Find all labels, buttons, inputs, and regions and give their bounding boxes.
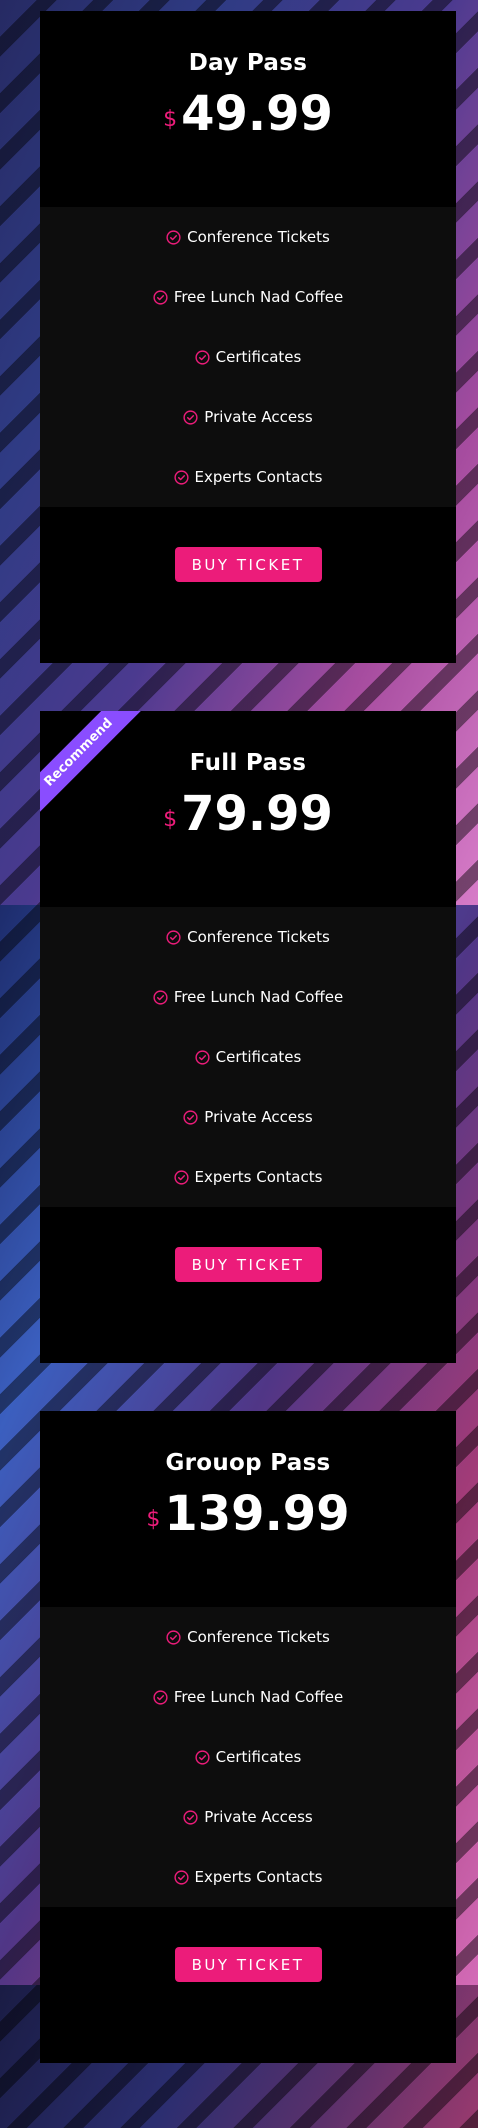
feature-item: Experts Contacts <box>40 1147 456 1207</box>
card-footer: BUY TICKET <box>40 1207 456 1282</box>
feature-label: Conference Tickets <box>187 228 330 246</box>
check-circle-icon <box>166 229 181 245</box>
buy-ticket-button[interactable]: BUY TICKET <box>174 547 322 582</box>
card-footer: BUY TICKET <box>40 1907 456 1982</box>
card-header: Full Pass $ 79.99 <box>40 711 456 907</box>
feature-item: Conference Tickets <box>40 1607 456 1667</box>
price: $ 79.99 <box>40 790 456 838</box>
check-circle-icon <box>183 409 198 425</box>
plan-name: Day Pass <box>188 50 308 76</box>
feature-label: Experts Contacts <box>194 1868 323 1886</box>
feature-label: Conference Tickets <box>187 1628 330 1646</box>
check-circle-icon <box>183 1109 198 1125</box>
feature-item: Experts Contacts <box>40 447 456 507</box>
check-circle-icon <box>195 1049 210 1065</box>
card-footer: BUY TICKET <box>40 507 456 582</box>
feature-label: Free Lunch Nad Coffee <box>173 988 344 1006</box>
feature-label: Private Access <box>204 1108 313 1126</box>
feature-label: Conference Tickets <box>187 928 330 946</box>
pricing-card-full-pass: Recommend Full Pass $ 79.99 Conference T… <box>40 711 456 1363</box>
check-circle-icon <box>173 1169 189 1185</box>
feature-item: Conference Tickets <box>40 207 456 267</box>
feature-item: Private Access <box>40 1787 456 1847</box>
currency-symbol: $ <box>146 1507 161 1532</box>
check-circle-icon <box>153 1689 168 1705</box>
price: $ 49.99 <box>40 90 456 138</box>
feature-item: Private Access <box>40 1087 456 1147</box>
feature-item: Certificates <box>40 1027 456 1087</box>
feature-label: Private Access <box>204 1808 313 1826</box>
check-circle-icon <box>166 1629 181 1645</box>
feature-label: Certificates <box>215 1748 302 1766</box>
feature-label: Free Lunch Nad Coffee <box>173 288 344 306</box>
pricing-card-day-pass: Day Pass $ 49.99 Conference Tickets Free… <box>40 11 456 663</box>
feature-item: Free Lunch Nad Coffee <box>40 267 456 327</box>
feature-label: Certificates <box>215 348 302 366</box>
check-circle-icon <box>166 929 181 945</box>
check-circle-icon <box>195 1749 210 1765</box>
feature-item: Private Access <box>40 387 456 447</box>
feature-item: Certificates <box>40 327 456 387</box>
feature-list: Conference Tickets Free Lunch Nad Coffee… <box>40 907 456 1207</box>
feature-label: Free Lunch Nad Coffee <box>173 1688 344 1706</box>
feature-label: Certificates <box>215 1048 302 1066</box>
feature-item: Certificates <box>40 1727 456 1787</box>
feature-item: Free Lunch Nad Coffee <box>40 967 456 1027</box>
check-circle-icon <box>173 469 189 485</box>
feature-label: Private Access <box>204 408 313 426</box>
price-amount: 139.99 <box>164 1486 350 1542</box>
check-circle-icon <box>195 349 210 365</box>
card-header: Grouop Pass $ 139.99 <box>40 1411 456 1607</box>
plan-name: Full Pass <box>189 750 307 776</box>
feature-list: Conference Tickets Free Lunch Nad Coffee… <box>40 1607 456 1907</box>
feature-list: Conference Tickets Free Lunch Nad Coffee… <box>40 207 456 507</box>
feature-item: Experts Contacts <box>40 1847 456 1907</box>
price: $ 139.99 <box>40 1490 456 1538</box>
pricing-card-group-pass: Grouop Pass $ 139.99 Conference Tickets … <box>40 1411 456 2063</box>
feature-item: Conference Tickets <box>40 907 456 967</box>
currency-symbol: $ <box>163 807 178 832</box>
check-circle-icon <box>153 289 168 305</box>
buy-ticket-button[interactable]: BUY TICKET <box>174 1247 322 1282</box>
price-amount: 79.99 <box>181 786 333 842</box>
buy-ticket-button[interactable]: BUY TICKET <box>174 1947 322 1982</box>
check-circle-icon <box>173 1869 189 1885</box>
feature-label: Experts Contacts <box>194 1168 323 1186</box>
feature-item: Free Lunch Nad Coffee <box>40 1667 456 1727</box>
check-circle-icon <box>183 1809 198 1825</box>
check-circle-icon <box>153 989 168 1005</box>
plan-name: Grouop Pass <box>165 1450 331 1476</box>
card-header: Day Pass $ 49.99 <box>40 11 456 207</box>
price-amount: 49.99 <box>181 86 333 142</box>
feature-label: Experts Contacts <box>194 468 323 486</box>
currency-symbol: $ <box>163 107 178 132</box>
